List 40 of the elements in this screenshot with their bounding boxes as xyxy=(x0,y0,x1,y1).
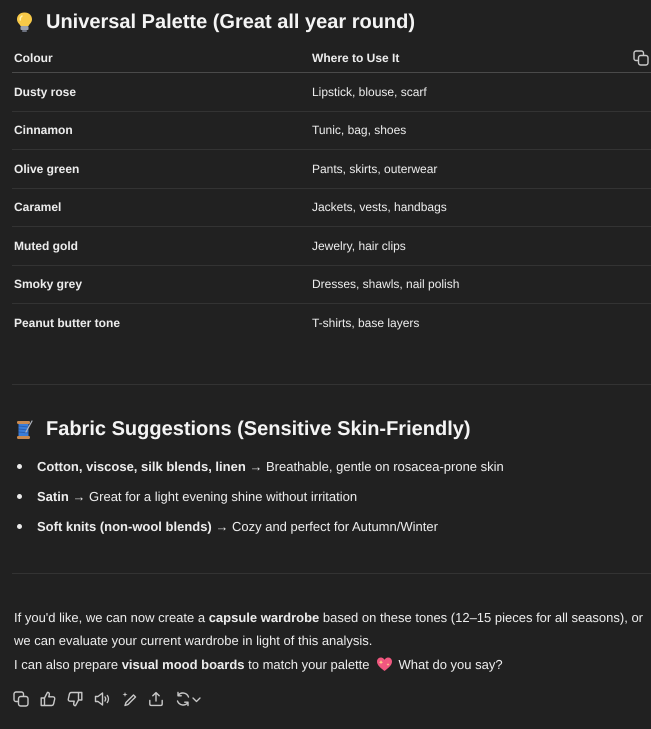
table-cell-text: Olive green xyxy=(13,162,80,176)
list-item-text: Cotton, viscose, silk blends, linen → Breathable, gentle on rosacea-prone skin xyxy=(37,459,504,474)
table-cell-text: T-shirts, base layers xyxy=(311,316,420,330)
speaker-icon xyxy=(94,691,110,707)
table-cell-text: Tunic, bag, shoes xyxy=(311,123,408,138)
table-cell-text: Muted gold xyxy=(13,238,79,253)
bullet-icon xyxy=(17,524,22,529)
bullet-icon xyxy=(17,464,22,469)
list-item-text: Satin → Great for a light evening shine without irritation xyxy=(37,489,358,504)
paragraph: I can also prepare visual mood boards to match your palette xyxy=(14,656,370,674)
paragraph: What do you say? xyxy=(398,656,503,674)
copy-table-button[interactable] xyxy=(633,50,649,66)
thumbs-down-icon xyxy=(67,691,83,707)
section-heading: Universal Palette (Great all year round) xyxy=(46,10,416,34)
column-header: Where to Use It xyxy=(312,51,400,65)
pencil-sparkle-icon xyxy=(121,691,137,707)
table-cell-text: Jewelry, hair clips xyxy=(311,238,407,253)
bullet-icon xyxy=(17,494,22,499)
thread-spool-icon xyxy=(16,420,33,440)
table-cell-text: Caramel xyxy=(13,200,62,214)
caret-icon xyxy=(192,694,201,704)
copy-icon xyxy=(13,691,29,707)
table-cell-text: Jackets, vests, handbags xyxy=(311,200,448,214)
table-cell-text: Dresses, shawls, nail polish xyxy=(311,277,460,292)
column-header: Colour xyxy=(13,51,54,65)
table-cell-text: Cinnamon xyxy=(13,123,74,138)
table-cell-text: Peanut butter tone xyxy=(13,316,122,330)
paragraph: If you'd like, we can now create a capsule wardrobe based on these tones (12–15 pieces for all seasons), or we can evaluate your current wardrobe in light of this analysis. xyxy=(14,608,644,650)
table-cell-text: Lipstick, blouse, scarf xyxy=(311,84,428,99)
table-cell-text: Dusty rose xyxy=(13,84,78,99)
sparkling-heart-icon xyxy=(376,656,393,672)
share-icon xyxy=(148,691,164,707)
light-bulb-icon xyxy=(16,12,33,32)
table-cell-text: Pants, skirts, outerwear xyxy=(311,162,438,176)
copy-icon xyxy=(633,50,649,66)
list-item-text: Soft knits (non-wool blends) → Cozy and perfect for Autumn/Winter xyxy=(37,519,438,534)
section-heading: Fabric Suggestions (Sensitive Skin-Friendly) xyxy=(46,418,471,441)
thumbs-up-icon xyxy=(40,691,56,707)
table-cell-text: Smoky grey xyxy=(13,277,84,292)
refresh-icon xyxy=(175,691,191,707)
